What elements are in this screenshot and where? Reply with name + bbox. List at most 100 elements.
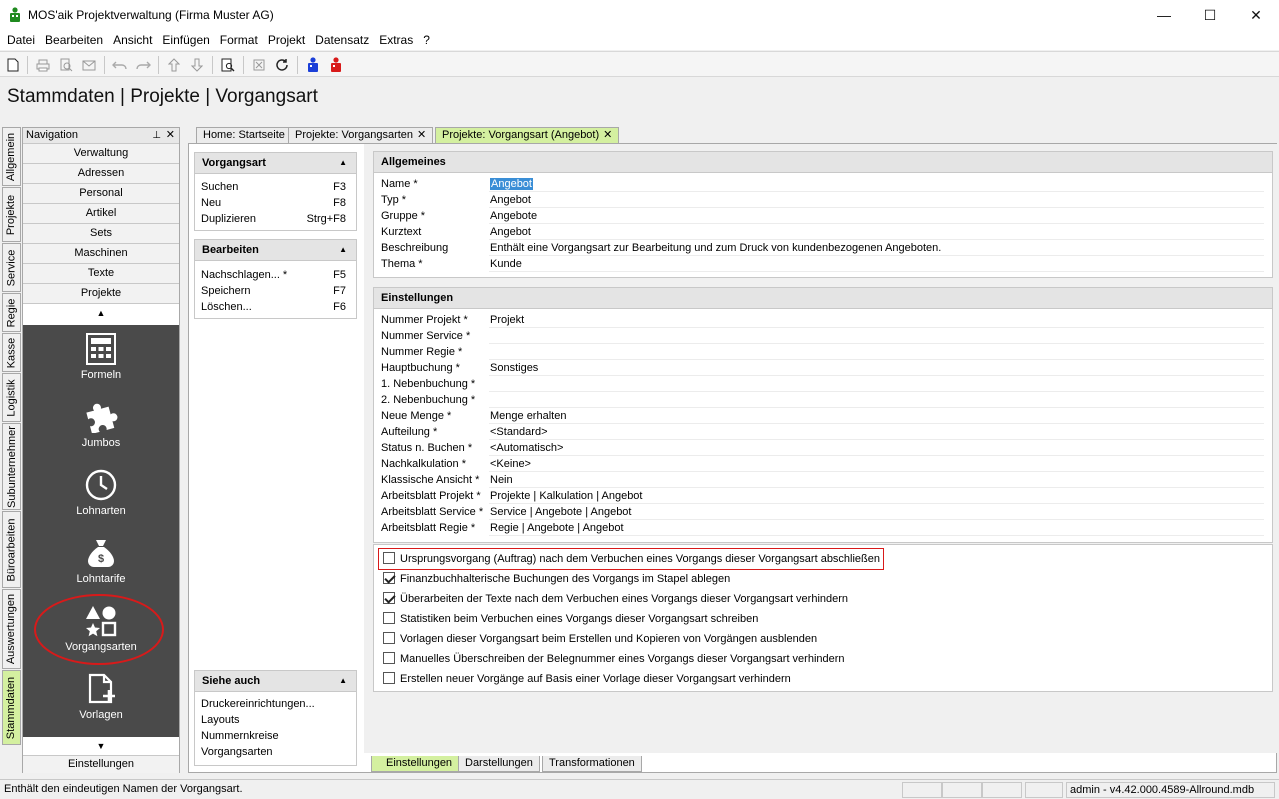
user-red-icon[interactable] <box>326 55 346 75</box>
checkbox-unchecked[interactable] <box>383 612 395 624</box>
tab-vorgangsart-angebot[interactable]: Projekte: Vorgangsart (Angebot) ✕ <box>435 127 620 143</box>
property-row[interactable]: Nachkalkulation * <Keine> <box>374 457 1272 473</box>
property-row[interactable]: Aufteilung * <Standard> <box>374 425 1272 441</box>
property-value[interactable]: Angebote <box>489 209 1264 224</box>
mail-icon[interactable] <box>79 55 99 75</box>
close-icon[interactable]: ✕ <box>166 128 175 143</box>
property-row[interactable]: Typ * Angebot <box>374 193 1272 209</box>
tab-einstellungen[interactable]: Einstellungen <box>371 756 463 772</box>
nav-item-artikel[interactable]: Artikel <box>23 204 179 224</box>
property-row[interactable]: 2. Nebenbuchung * <box>374 393 1272 409</box>
print-icon[interactable] <box>33 55 53 75</box>
option-vorlagen-ausblenden[interactable]: Vorlagen dieser Vorgangsart beim Erstell… <box>383 629 817 649</box>
menu-einfuegen[interactable]: Einfügen <box>157 33 214 47</box>
option-belegnummer[interactable]: Manuelles Überschreiben der Belegnummer … <box>383 649 845 669</box>
property-value[interactable] <box>489 377 1264 392</box>
link-vorgangsarten[interactable]: Vorgangsarten <box>195 744 356 760</box>
property-value-name[interactable]: Angebot <box>489 177 1264 192</box>
nav-footer-einstellungen[interactable]: Einstellungen <box>23 755 179 773</box>
nav-big-vorlagen[interactable]: Vorlagen <box>23 673 179 737</box>
redo-icon[interactable] <box>133 55 153 75</box>
nav-item-verwaltung[interactable]: Verwaltung <box>23 144 179 164</box>
action-duplizieren[interactable]: Duplizieren Strg+F8 <box>195 211 356 227</box>
property-value[interactable]: Nein <box>489 473 1264 488</box>
action-loeschen[interactable]: Löschen... F6 <box>195 299 356 315</box>
option-statistiken[interactable]: Statistiken beim Verbuchen eines Vorgang… <box>383 609 758 629</box>
nav-big-jumbos[interactable]: Jumbos <box>23 401 179 469</box>
property-value[interactable] <box>489 329 1264 344</box>
link-layouts[interactable]: Layouts <box>195 712 356 728</box>
action-nachschlagen[interactable]: Nachschlagen... * F5 <box>195 267 356 283</box>
property-value[interactable] <box>489 345 1264 360</box>
menu-help[interactable]: ? <box>418 33 435 47</box>
nav-item-sets[interactable]: Sets <box>23 224 179 244</box>
nav-item-adressen[interactable]: Adressen <box>23 164 179 184</box>
menu-datei[interactable]: Datei <box>2 33 40 47</box>
search-document-icon[interactable] <box>218 55 238 75</box>
tab-projekte-vorgangsarten[interactable]: Projekte: Vorgangsarten ✕ <box>288 127 434 143</box>
delete-record-icon[interactable] <box>249 55 269 75</box>
collapse-icon[interactable]: ▲ <box>339 240 347 260</box>
property-value[interactable]: Enthält eine Vorgangsart zur Bearbeitung… <box>489 241 1264 256</box>
property-value[interactable]: Service | Angebote | Angebot <box>489 505 1264 520</box>
vtab-stammdaten[interactable]: Stammdaten <box>2 670 21 745</box>
property-value[interactable]: Menge erhalten <box>489 409 1264 424</box>
vtab-logistik[interactable]: Logistik <box>2 373 21 422</box>
property-value[interactable]: Sonstiges <box>489 361 1264 376</box>
property-row[interactable]: Arbeitsblatt Service * Service | Angebote… <box>374 505 1272 521</box>
option-neue-vorgaenge[interactable]: Erstellen neuer Vorgänge auf Basis einer… <box>383 669 791 689</box>
nav-item-personal[interactable]: Personal <box>23 184 179 204</box>
tab-transformationen[interactable]: Transformationen <box>542 756 642 772</box>
option-texte-verhindern[interactable]: Überarbeiten der Texte nach dem Verbuche… <box>383 589 848 609</box>
menu-bearbeiten[interactable]: Bearbeiten <box>40 33 108 47</box>
new-document-icon[interactable] <box>3 55 23 75</box>
property-row[interactable]: Nummer Regie * <box>374 345 1272 361</box>
user-blue-icon[interactable] <box>303 55 323 75</box>
tab-home-startseite[interactable]: Home: Startseite <box>196 127 292 143</box>
property-row[interactable]: Gruppe * Angebote <box>374 209 1272 225</box>
checkbox-unchecked[interactable] <box>383 672 395 684</box>
vtab-projekte[interactable]: Projekte <box>2 187 21 242</box>
close-button[interactable]: ✕ <box>1233 0 1279 30</box>
property-value[interactable] <box>489 393 1264 408</box>
vtab-bueroarbeiten[interactable]: Büroarbeiten <box>2 511 21 588</box>
close-tab-icon[interactable]: ✕ <box>603 129 612 141</box>
property-value[interactable]: Angebot <box>489 193 1264 208</box>
menu-extras[interactable]: Extras <box>374 33 418 47</box>
menu-projekt[interactable]: Projekt <box>263 33 310 47</box>
arrow-up-icon[interactable] <box>164 55 184 75</box>
property-row[interactable]: Klassische Ansicht * Nein <box>374 473 1272 489</box>
property-value[interactable]: Regie | Angebote | Angebot <box>489 521 1264 536</box>
nav-big-lohnarten[interactable]: Lohnarten <box>23 469 179 537</box>
property-row[interactable]: 1. Nebenbuchung * <box>374 377 1272 393</box>
menu-ansicht[interactable]: Ansicht <box>108 33 157 47</box>
property-row[interactable]: Thema * Kunde <box>374 257 1272 273</box>
vtab-auswertungen[interactable]: Auswertungen <box>2 589 21 669</box>
checkbox-unchecked[interactable] <box>383 552 395 564</box>
property-row[interactable]: Hauptbuchung * Sonstiges <box>374 361 1272 377</box>
property-value[interactable]: <Standard> <box>489 425 1264 440</box>
close-tab-icon[interactable]: ✕ <box>417 129 426 141</box>
menu-datensatz[interactable]: Datensatz <box>310 33 374 47</box>
checkbox-checked[interactable] <box>383 572 395 584</box>
property-row[interactable]: Arbeitsblatt Projekt * Projekte | Kalkula… <box>374 489 1272 505</box>
property-row[interactable]: Status n. Buchen * <Automatisch> <box>374 441 1272 457</box>
vtab-regie[interactable]: Regie <box>2 293 21 332</box>
scroll-up-icon[interactable]: ▲ <box>23 304 179 322</box>
action-neu[interactable]: Neu F8 <box>195 195 356 211</box>
panel-header[interactable]: Vorgangsart ▲ <box>195 153 356 174</box>
collapse-icon[interactable]: ▲ <box>339 153 347 173</box>
property-row[interactable]: Neue Menge * Menge erhalten <box>374 409 1272 425</box>
undo-icon[interactable] <box>110 55 130 75</box>
scroll-down-icon[interactable]: ▼ <box>23 737 179 755</box>
nav-item-texte[interactable]: Texte <box>23 264 179 284</box>
checkbox-checked[interactable] <box>383 592 395 604</box>
menu-format[interactable]: Format <box>215 33 263 47</box>
link-druckereinrichtungen[interactable]: Druckereinrichtungen... <box>195 696 356 712</box>
vtab-subunternehmer[interactable]: Subunternehmer <box>2 423 21 510</box>
maximize-button[interactable]: ☐ <box>1187 0 1233 30</box>
panel-header[interactable]: Siehe auch ▲ <box>195 671 356 692</box>
nav-item-maschinen[interactable]: Maschinen <box>23 244 179 264</box>
collapse-icon[interactable]: ▲ <box>339 671 347 691</box>
property-value[interactable]: Kunde <box>489 257 1264 272</box>
